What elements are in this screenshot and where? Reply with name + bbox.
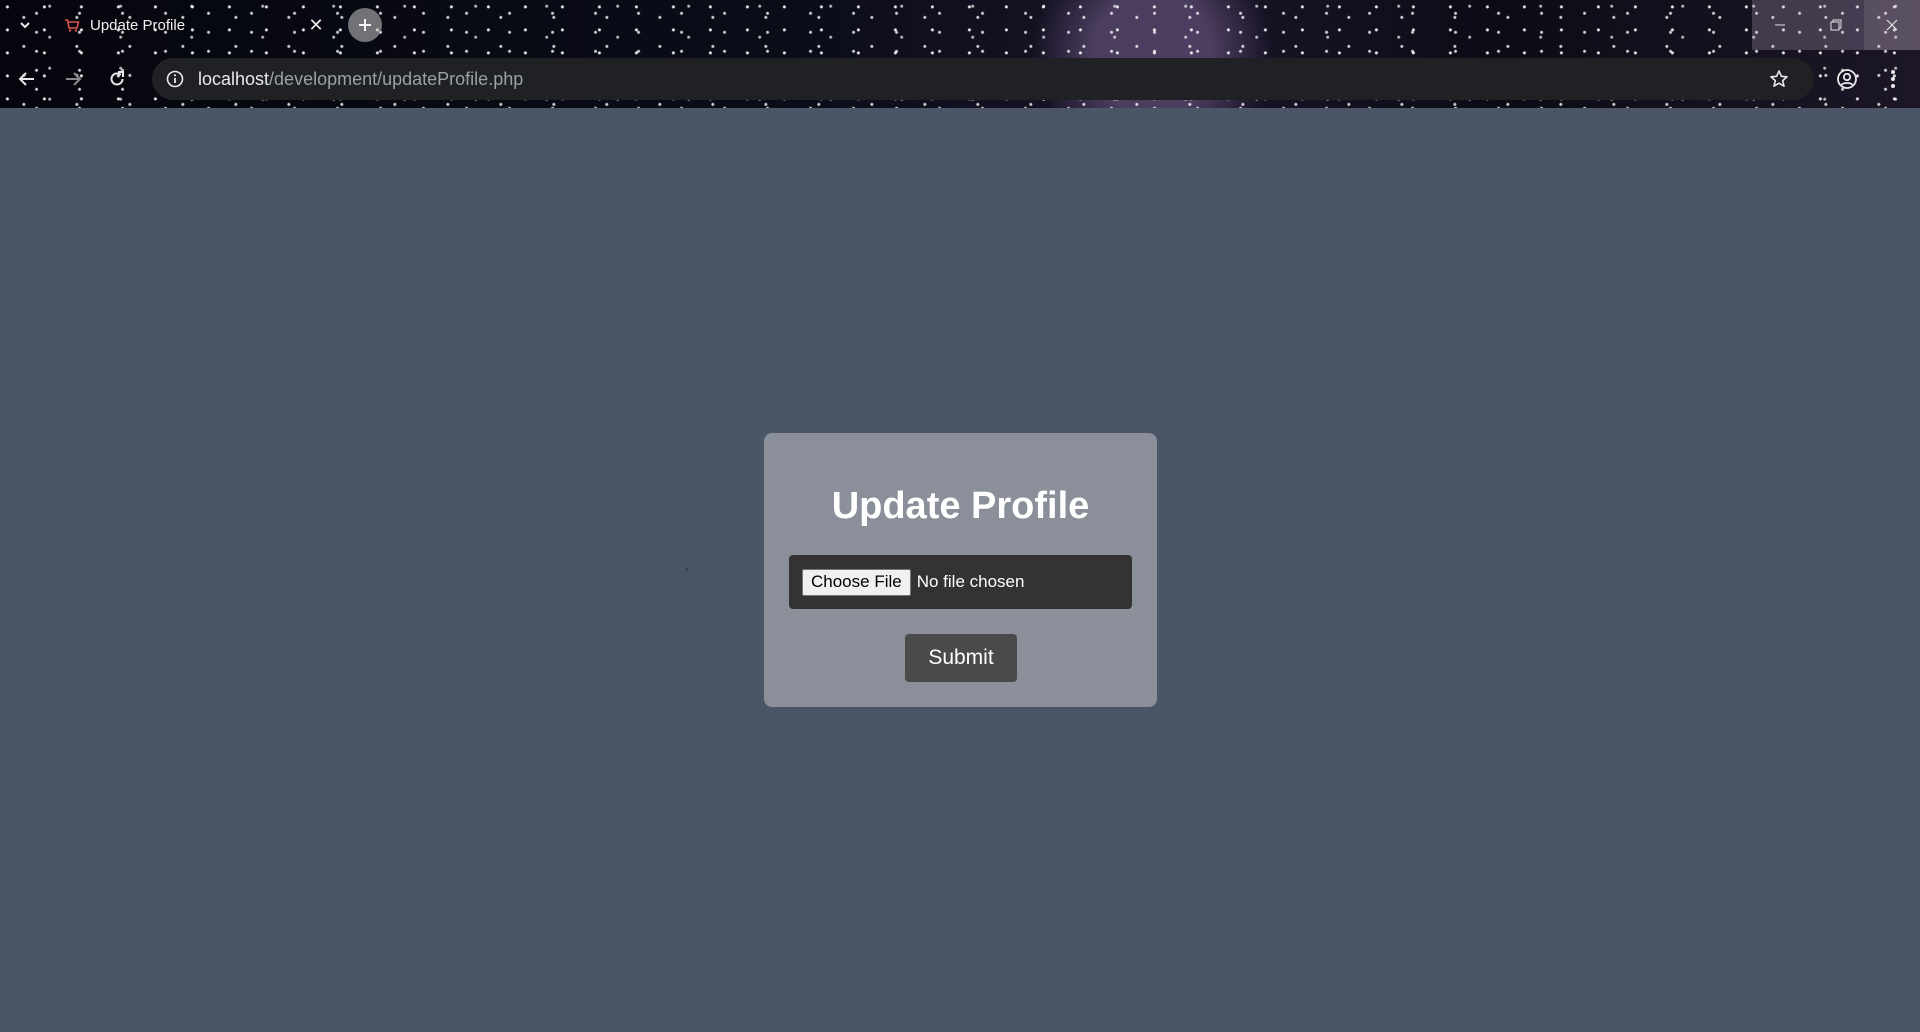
tab-search-button[interactable] bbox=[8, 12, 42, 38]
minimize-icon bbox=[1775, 24, 1785, 26]
close-icon bbox=[1886, 19, 1898, 31]
more-vertical-icon bbox=[1891, 70, 1895, 88]
window-controls bbox=[1752, 0, 1920, 50]
reload-button[interactable] bbox=[100, 62, 134, 96]
choose-file-button[interactable]: Choose File bbox=[802, 568, 911, 596]
plus-icon bbox=[359, 19, 371, 31]
arrow-right-icon bbox=[66, 72, 82, 86]
url-text[interactable]: localhost/development/updateProfile.php bbox=[198, 69, 1762, 90]
address-bar[interactable]: localhost/development/updateProfile.php bbox=[152, 58, 1814, 100]
browser-toolbar: localhost/development/updateProfile.php bbox=[0, 58, 1920, 100]
chevron-down-icon bbox=[20, 22, 30, 29]
tab-update-profile[interactable]: Update Profile ✕ bbox=[56, 6, 334, 44]
profile-button[interactable] bbox=[1830, 62, 1864, 96]
submit-button[interactable]: Submit bbox=[905, 634, 1017, 682]
form-title: Update Profile bbox=[831, 485, 1090, 527]
background-dot bbox=[685, 568, 688, 571]
tab-title: Update Profile bbox=[90, 16, 186, 34]
file-upload-field[interactable]: Choose File No file chosen bbox=[789, 555, 1132, 609]
new-tab-button[interactable] bbox=[348, 8, 382, 42]
close-window-button[interactable] bbox=[1864, 0, 1920, 50]
info-icon[interactable] bbox=[160, 64, 190, 94]
account-circle-icon bbox=[1837, 69, 1857, 89]
url-host: localhost bbox=[198, 68, 270, 89]
update-profile-form: Update Profile Choose File No file chose… bbox=[764, 433, 1157, 707]
restore-icon bbox=[1830, 19, 1842, 31]
file-status-text: No file chosen bbox=[916, 572, 1025, 591]
star-icon[interactable] bbox=[1762, 62, 1796, 96]
page-content: Update Profile Choose File No file chose… bbox=[0, 108, 1920, 1032]
forward-button[interactable] bbox=[56, 62, 90, 96]
back-button[interactable] bbox=[10, 62, 44, 96]
close-icon[interactable]: ✕ bbox=[304, 13, 328, 37]
browser-menu-button[interactable] bbox=[1876, 62, 1910, 96]
tab-strip: Update Profile ✕ bbox=[0, 0, 1920, 50]
minimize-button[interactable] bbox=[1752, 0, 1808, 50]
arrow-left-icon bbox=[18, 72, 34, 86]
shopping-cart-icon bbox=[64, 17, 80, 33]
restore-button[interactable] bbox=[1808, 0, 1864, 50]
browser-chrome: Update Profile ✕ localhost/development/u… bbox=[0, 0, 1920, 108]
url-path: /development/updateProfile.php bbox=[269, 68, 524, 89]
reload-icon bbox=[110, 71, 124, 86]
